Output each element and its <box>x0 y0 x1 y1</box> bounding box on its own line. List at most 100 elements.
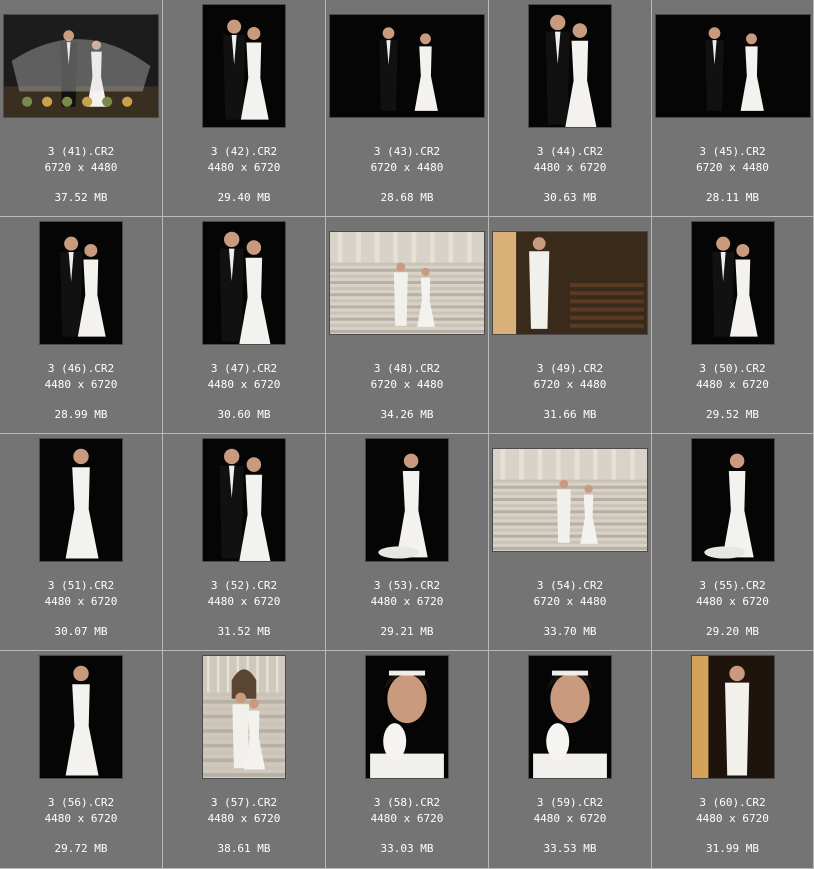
thumbnail-cell[interactable]: 3 (48).CR2 6720 x 4480 34.26 MB <box>326 217 489 434</box>
thumbnail-cell[interactable]: 3 (44).CR2 4480 x 6720 30.63 MB <box>489 0 652 217</box>
file-size: 31.52 MB <box>217 625 271 638</box>
file-size: 31.66 MB <box>543 408 597 421</box>
image-dimensions: 4480 x 6720 <box>696 378 769 391</box>
thumbnail-cell[interactable]: 3 (60).CR2 4480 x 6720 31.99 MB <box>652 651 814 869</box>
file-name: 3 (56).CR2 <box>47 796 115 809</box>
file-size: 28.99 MB <box>54 408 108 421</box>
file-caption: 3 (55).CR2 4480 x 6720 29.20 MB <box>652 578 813 640</box>
file-size: 28.68 MB <box>380 191 434 204</box>
thumbnail-frame <box>489 4 651 128</box>
photo-thumbnail[interactable] <box>529 5 611 127</box>
image-dimensions: 4480 x 6720 <box>533 161 607 174</box>
image-dimensions: 4480 x 6720 <box>44 378 118 391</box>
image-dimensions: 4480 x 6720 <box>370 595 444 608</box>
thumbnail-frame <box>326 4 488 128</box>
thumbnail-cell[interactable]: 3 (45).CR2 6720 x 4480 28.11 MB <box>652 0 814 217</box>
thumbnail-cell[interactable]: 3 (57).CR2 4480 x 6720 38.61 MB <box>163 651 326 869</box>
image-dimensions: 4480 x 6720 <box>207 378 281 391</box>
file-size: 30.63 MB <box>543 191 597 204</box>
thumbnail-frame <box>489 655 651 779</box>
file-name: 3 (41).CR2 <box>47 145 115 158</box>
photo-thumbnail[interactable] <box>366 656 448 778</box>
photo-thumbnail[interactable] <box>4 15 158 117</box>
file-size: 30.07 MB <box>54 625 108 638</box>
file-caption: 3 (45).CR2 6720 x 4480 28.11 MB <box>652 144 813 206</box>
file-name: 3 (44).CR2 <box>536 145 604 158</box>
thumbnail-cell[interactable]: 3 (54).CR2 6720 x 4480 33.70 MB <box>489 434 652 651</box>
file-caption: 3 (47).CR2 4480 x 6720 30.60 MB <box>163 361 325 423</box>
thumbnail-frame <box>652 438 813 562</box>
file-size: 31.99 MB <box>706 842 759 855</box>
image-dimensions: 6720 x 4480 <box>533 595 607 608</box>
thumbnail-frame <box>326 655 488 779</box>
file-name: 3 (42).CR2 <box>210 145 278 158</box>
file-size: 37.52 MB <box>54 191 108 204</box>
photo-thumbnail[interactable] <box>691 222 774 344</box>
thumbnail-cell[interactable]: 3 (55).CR2 4480 x 6720 29.20 MB <box>652 434 814 651</box>
file-caption: 3 (50).CR2 4480 x 6720 29.52 MB <box>652 361 813 423</box>
thumbnail-cell[interactable]: 3 (56).CR2 4480 x 6720 29.72 MB <box>0 651 163 869</box>
thumbnail-cell[interactable]: 3 (51).CR2 4480 x 6720 30.07 MB <box>0 434 163 651</box>
photo-thumbnail[interactable] <box>203 222 285 344</box>
photo-thumbnail[interactable] <box>655 15 810 117</box>
file-size: 29.40 MB <box>217 191 271 204</box>
thumbnail-cell[interactable]: 3 (58).CR2 4480 x 6720 33.03 MB <box>326 651 489 869</box>
thumbnail-cell[interactable]: 3 (42).CR2 4480 x 6720 29.40 MB <box>163 0 326 217</box>
file-name: 3 (49).CR2 <box>536 362 604 375</box>
photo-thumbnail[interactable] <box>40 439 122 561</box>
photo-thumbnail[interactable] <box>203 439 285 561</box>
photo-thumbnail[interactable] <box>203 656 285 778</box>
file-size: 30.60 MB <box>217 408 271 421</box>
file-caption: 3 (54).CR2 6720 x 4480 33.70 MB <box>489 578 651 640</box>
file-name: 3 (50).CR2 <box>699 362 766 375</box>
file-size: 33.70 MB <box>543 625 597 638</box>
image-dimensions: 4480 x 6720 <box>44 812 118 825</box>
thumbnail-grid: 3 (41).CR2 6720 x 4480 37.52 MB 3 (42).CR2 4… <box>0 0 814 869</box>
photo-thumbnail[interactable] <box>493 449 647 551</box>
thumbnail-cell[interactable]: 3 (49).CR2 6720 x 4480 31.66 MB <box>489 217 652 434</box>
file-name: 3 (60).CR2 <box>699 796 766 809</box>
photo-thumbnail[interactable] <box>529 656 611 778</box>
file-size: 33.53 MB <box>543 842 597 855</box>
file-caption: 3 (53).CR2 4480 x 6720 29.21 MB <box>326 578 488 640</box>
thumbnail-cell[interactable]: 3 (47).CR2 4480 x 6720 30.60 MB <box>163 217 326 434</box>
file-name: 3 (52).CR2 <box>210 579 278 592</box>
file-name: 3 (59).CR2 <box>536 796 604 809</box>
file-caption: 3 (42).CR2 4480 x 6720 29.40 MB <box>163 144 325 206</box>
image-dimensions: 6720 x 4480 <box>370 161 444 174</box>
photo-thumbnail[interactable] <box>203 5 285 127</box>
photo-thumbnail[interactable] <box>330 232 484 334</box>
file-name: 3 (45).CR2 <box>699 145 766 158</box>
file-caption: 3 (56).CR2 4480 x 6720 29.72 MB <box>0 795 162 857</box>
file-name: 3 (54).CR2 <box>536 579 604 592</box>
photo-thumbnail[interactable] <box>40 656 122 778</box>
file-name: 3 (57).CR2 <box>210 796 278 809</box>
file-caption: 3 (58).CR2 4480 x 6720 33.03 MB <box>326 795 488 857</box>
thumbnail-cell[interactable]: 3 (46).CR2 4480 x 6720 28.99 MB <box>0 217 163 434</box>
thumbnail-cell[interactable]: 3 (59).CR2 4480 x 6720 33.53 MB <box>489 651 652 869</box>
thumbnail-frame <box>163 4 325 128</box>
photo-thumbnail[interactable] <box>691 439 774 561</box>
image-dimensions: 4480 x 6720 <box>696 812 769 825</box>
image-dimensions: 6720 x 4480 <box>696 161 769 174</box>
photo-thumbnail[interactable] <box>40 222 122 344</box>
photo-thumbnail[interactable] <box>366 439 448 561</box>
file-size: 29.21 MB <box>380 625 434 638</box>
file-caption: 3 (59).CR2 4480 x 6720 33.53 MB <box>489 795 651 857</box>
image-dimensions: 4480 x 6720 <box>44 595 118 608</box>
photo-thumbnail[interactable] <box>691 656 774 778</box>
file-caption: 3 (60).CR2 4480 x 6720 31.99 MB <box>652 795 813 857</box>
thumbnail-cell[interactable]: 3 (50).CR2 4480 x 6720 29.52 MB <box>652 217 814 434</box>
file-caption: 3 (49).CR2 6720 x 4480 31.66 MB <box>489 361 651 423</box>
file-size: 34.26 MB <box>380 408 434 421</box>
photo-thumbnail[interactable] <box>330 15 484 117</box>
thumbnail-cell[interactable]: 3 (43).CR2 6720 x 4480 28.68 MB <box>326 0 489 217</box>
thumbnail-cell[interactable]: 3 (53).CR2 4480 x 6720 29.21 MB <box>326 434 489 651</box>
thumbnail-frame <box>489 438 651 562</box>
file-name: 3 (55).CR2 <box>699 579 766 592</box>
thumbnail-cell[interactable]: 3 (52).CR2 4480 x 6720 31.52 MB <box>163 434 326 651</box>
thumbnail-cell[interactable]: 3 (41).CR2 6720 x 4480 37.52 MB <box>0 0 163 217</box>
thumbnail-frame <box>163 438 325 562</box>
file-name: 3 (53).CR2 <box>373 579 441 592</box>
photo-thumbnail[interactable] <box>493 232 647 334</box>
